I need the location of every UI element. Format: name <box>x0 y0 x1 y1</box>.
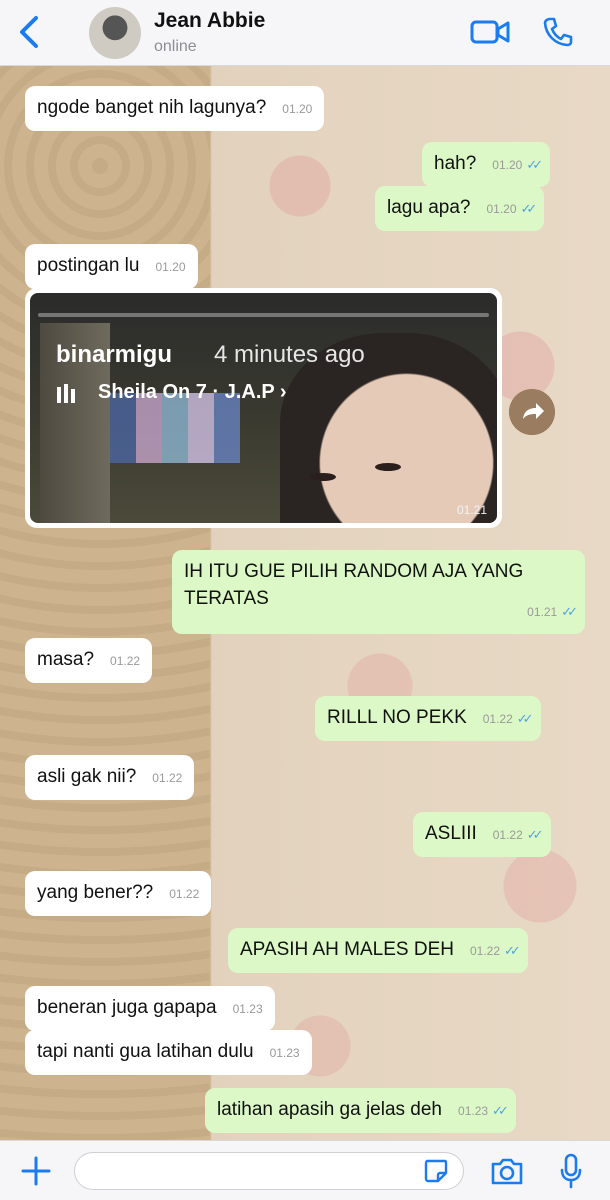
story-image[interactable]: binarmigu 4 minutes ago Sheila On 7 · J.… <box>30 293 497 523</box>
message-bubble[interactable]: hah? 01.20 ✓✓ <box>422 142 551 187</box>
message-bubble[interactable]: yang bener?? 01.22 <box>25 871 212 916</box>
share-forward-icon[interactable] <box>509 389 555 435</box>
message-text: asli gak nii? <box>37 766 137 787</box>
sticker-icon[interactable] <box>423 1158 449 1184</box>
music-title: Sheila On 7 · J.A.P <box>98 381 275 403</box>
message-bubble[interactable]: ASLIII 01.22 ✓✓ <box>413 812 551 857</box>
message-time: 01.23 <box>458 1104 489 1118</box>
read-ticks-icon: ✓✓ <box>516 711 534 726</box>
message-time: 01.22 <box>482 712 513 726</box>
microphone-icon[interactable] <box>559 1153 583 1189</box>
contact-name[interactable]: Jean Abbie <box>154 9 265 33</box>
message-time: 01.22 <box>152 771 183 785</box>
back-chevron-icon[interactable] <box>14 14 44 50</box>
eye <box>310 473 336 481</box>
chat-header: Jean Abbie online <box>0 0 610 66</box>
message-bubble[interactable]: beneran juga gapapa 01.23 <box>25 986 275 1031</box>
message-time: 01.23 <box>269 1046 300 1060</box>
read-ticks-icon: ✓✓ <box>526 827 544 842</box>
message-bubble[interactable]: ngode banget nih lagunya? 01.20 <box>25 86 325 131</box>
camera-icon[interactable] <box>490 1155 524 1187</box>
message-bubble[interactable]: IH ITU GUE PILIH RANDOM AJA YANG TERATAS… <box>172 550 585 634</box>
message-input[interactable] <box>74 1152 464 1190</box>
message-time: 01.20 <box>486 202 517 216</box>
story-progress-bar <box>38 313 489 317</box>
message-bubble[interactable]: masa? 01.22 <box>25 638 153 683</box>
story-reply-media[interactable]: binarmigu 4 minutes ago Sheila On 7 · J.… <box>25 288 502 528</box>
music-bars-icon <box>57 384 75 403</box>
message-bubble[interactable]: lagu apa? 01.20 ✓✓ <box>375 186 545 231</box>
phone-icon[interactable] <box>542 16 574 48</box>
message-bubble[interactable]: tapi nanti gua latihan dulu 01.23 <box>25 1030 312 1075</box>
message-text: ASLIII <box>425 823 477 844</box>
message-text: masa? <box>37 649 95 670</box>
message-time: 01.21 <box>456 503 487 517</box>
message-time: 01.23 <box>232 1002 263 1016</box>
story-posted-time: 4 minutes ago <box>214 341 365 368</box>
plus-icon[interactable] <box>20 1155 52 1187</box>
message-text: ngode banget nih lagunya? <box>37 97 267 118</box>
chat-area[interactable]: ngode banget nih lagunya? 01.20 hah? 01.20… <box>0 66 610 1140</box>
message-text: lagu apa? <box>387 197 471 218</box>
message-text: RILLL NO PEKK <box>327 707 467 728</box>
message-text: yang bener?? <box>37 882 154 903</box>
video-camera-icon[interactable] <box>470 17 510 47</box>
message-bubble[interactable]: asli gak nii? 01.22 <box>25 755 195 800</box>
message-bubble[interactable]: RILLL NO PEKK 01.22 ✓✓ <box>315 696 541 741</box>
eye <box>375 463 401 471</box>
message-time: 01.22 <box>110 654 141 668</box>
composer-bar <box>0 1140 610 1200</box>
message-bubble[interactable]: latihan apasih ga jelas deh 01.23 ✓✓ <box>205 1088 516 1133</box>
read-ticks-icon: ✓✓ <box>504 943 521 958</box>
message-time: 01.20 <box>282 102 313 116</box>
message-text: APASIH AH MALES DEH <box>240 939 454 960</box>
message-bubble[interactable]: APASIH AH MALES DEH 01.22 ✓✓ <box>228 928 528 973</box>
message-time: 01.20 <box>155 260 186 274</box>
message-time: 01.21 <box>527 605 558 620</box>
message-time: 01.22 <box>492 828 523 842</box>
message-text: beneran juga gapapa <box>37 997 217 1018</box>
message-text: hah? <box>434 153 477 174</box>
story-music-label: Sheila On 7 · J.A.P › <box>98 381 287 403</box>
message-text: tapi nanti gua latihan dulu <box>37 1041 254 1062</box>
message-time: 01.20 <box>492 158 523 172</box>
message-time: 01.22 <box>470 944 501 958</box>
read-ticks-icon: ✓✓ <box>520 201 538 216</box>
message-bubble[interactable]: postingan lu 01.20 <box>25 244 198 289</box>
message-text: latihan apasih ga jelas deh <box>217 1099 443 1120</box>
read-ticks-icon: ✓✓ <box>492 1103 509 1118</box>
contact-status: online <box>154 38 197 55</box>
contact-avatar[interactable] <box>89 7 141 59</box>
message-text: postingan lu <box>37 255 140 276</box>
read-ticks-icon: ✓✓ <box>561 604 578 620</box>
message-time: 01.22 <box>169 887 200 901</box>
read-ticks-icon: ✓✓ <box>526 157 543 172</box>
story-username: binarmigu <box>56 341 173 368</box>
